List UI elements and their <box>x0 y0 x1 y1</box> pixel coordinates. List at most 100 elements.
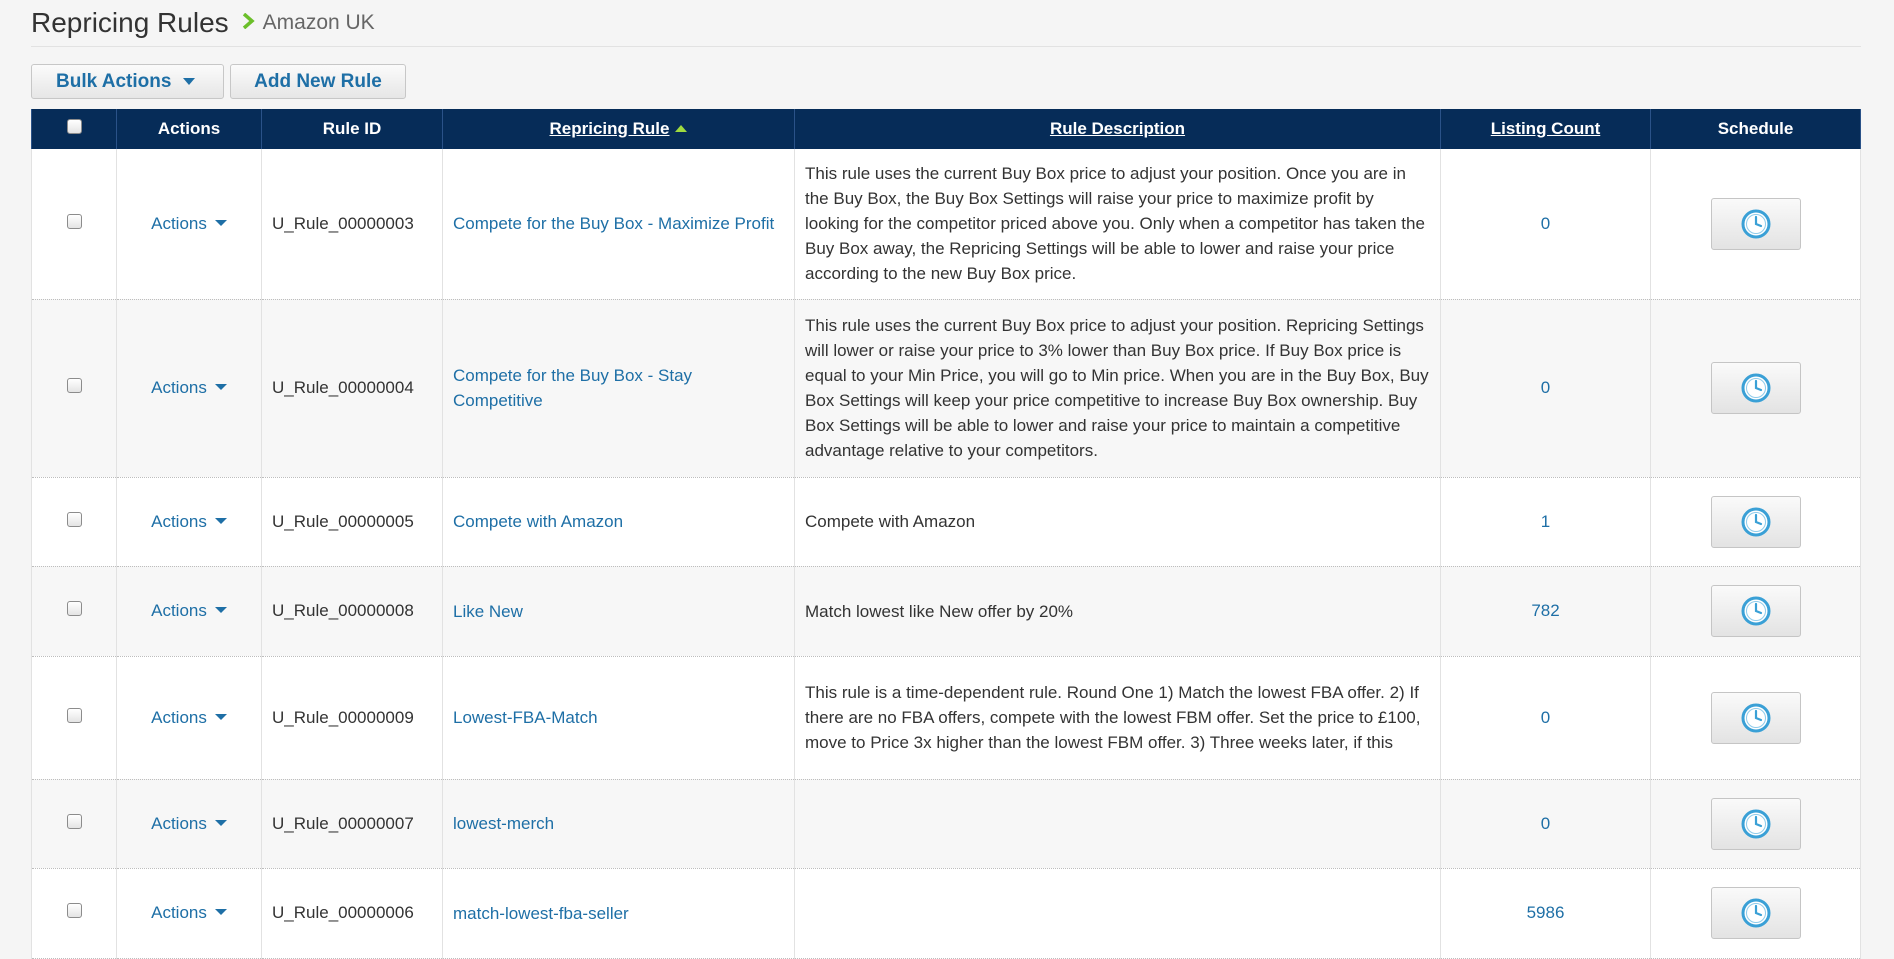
row-listing-count-link[interactable]: 1 <box>1440 477 1651 567</box>
row-rule-name-link[interactable]: Like New <box>442 566 795 657</box>
row-actions-label: Actions <box>151 511 207 531</box>
row-rule-id: U_Rule_00000004 <box>261 299 443 478</box>
row-actions-dropdown[interactable]: Actions <box>116 299 262 478</box>
row-actions-label: Actions <box>151 707 207 727</box>
row-listing-count-link[interactable]: 5986 <box>1440 868 1651 959</box>
row-listing-count-link[interactable]: 0 <box>1440 779 1651 869</box>
header-rule-id: Rule ID <box>261 109 443 149</box>
caret-down-icon <box>214 517 227 524</box>
row-rule-name-link[interactable]: Lowest-FBA-Match <box>442 656 795 780</box>
row-select-cell <box>31 656 117 780</box>
row-schedule-cell <box>1650 149 1861 300</box>
row-schedule-cell <box>1650 299 1861 478</box>
row-actions-label: Actions <box>151 213 207 233</box>
row-rule-description: This rule uses the current Buy Box price… <box>794 149 1441 300</box>
row-actions-label: Actions <box>151 378 207 397</box>
row-rule-name-link[interactable]: Compete with Amazon <box>442 477 795 567</box>
schedule-button[interactable] <box>1710 362 1801 414</box>
row-checkbox[interactable] <box>66 213 82 229</box>
row-actions-dropdown[interactable]: Actions <box>116 656 262 780</box>
row-rule-description <box>794 779 1441 869</box>
row-actions-dropdown[interactable]: Actions <box>116 566 262 657</box>
row-rule-id: U_Rule_00000008 <box>261 566 443 657</box>
bulk-actions-label: Bulk Actions <box>56 70 172 92</box>
row-schedule-cell <box>1650 566 1861 657</box>
row-rule-description: Compete with Amazon <box>794 477 1441 567</box>
add-new-rule-button[interactable]: Add New Rule <box>230 64 406 99</box>
row-listing-count-link[interactable]: 782 <box>1440 566 1651 657</box>
row-rule-description: This rule uses the current Buy Box price… <box>794 299 1441 478</box>
caret-down-icon <box>214 219 227 226</box>
row-rule-name-link[interactable]: Compete for the Buy Box - Stay Competiti… <box>442 299 795 478</box>
header-schedule: Schedule <box>1650 109 1861 149</box>
marketplace-name: Amazon UK <box>262 11 375 34</box>
row-listing-count-link[interactable]: 0 <box>1440 656 1651 780</box>
chevron-right-icon <box>241 12 255 34</box>
schedule-button[interactable] <box>1710 495 1801 548</box>
row-rule-description <box>794 868 1441 959</box>
row-schedule-cell <box>1650 779 1861 869</box>
schedule-button[interactable] <box>1710 797 1801 850</box>
row-actions-dropdown[interactable]: Actions <box>116 868 262 959</box>
row-checkbox[interactable] <box>66 378 82 393</box>
schedule-button[interactable] <box>1710 887 1801 939</box>
header-repricing-rule[interactable]: Repricing Rule <box>442 109 795 149</box>
page-title: Repricing Rules <box>31 7 229 38</box>
header-actions: Actions <box>116 109 262 149</box>
row-actions-label: Actions <box>151 601 207 620</box>
schedule-button[interactable] <box>1710 197 1801 250</box>
row-checkbox[interactable] <box>66 601 82 616</box>
row-checkbox[interactable] <box>66 903 82 918</box>
clock-icon <box>1741 507 1770 536</box>
table-header-row: Actions Rule ID Repricing Rule Rule Desc… <box>31 109 1861 149</box>
header-rule-description-label: Rule Description <box>1049 119 1186 138</box>
row-actions-dropdown[interactable]: Actions <box>116 779 262 869</box>
select-all-checkbox[interactable] <box>66 119 82 134</box>
clock-icon <box>1741 898 1770 928</box>
row-checkbox[interactable] <box>66 707 82 723</box>
row-select-cell <box>31 299 117 478</box>
caret-down-icon <box>214 819 227 826</box>
row-listing-count-link[interactable]: 0 <box>1440 149 1651 300</box>
row-rule-name-link[interactable]: Compete for the Buy Box - Maximize Profi… <box>442 149 795 300</box>
table-row: Actions U_Rule_00000006 match-lowest-fba… <box>31 868 1861 959</box>
page: Repricing Rules Amazon UK Bulk Actions A… <box>0 0 1861 959</box>
row-rule-name-link[interactable]: lowest-merch <box>442 779 795 869</box>
header-listing-count[interactable]: Listing Count <box>1440 109 1651 149</box>
row-select-cell <box>31 477 117 567</box>
row-select-cell <box>31 779 117 869</box>
caret-down-icon <box>214 713 227 720</box>
bulk-actions-button[interactable]: Bulk Actions <box>31 64 224 99</box>
header-rule-description[interactable]: Rule Description <box>794 109 1441 149</box>
table-row: Actions U_Rule_00000003 Compete for the … <box>31 149 1861 300</box>
table-row: Actions U_Rule_00000004 Compete for the … <box>31 299 1861 478</box>
caret-down-icon <box>214 384 227 390</box>
header-listing-count-label: Listing Count <box>1490 119 1601 138</box>
row-actions-dropdown[interactable]: Actions <box>116 477 262 567</box>
row-select-cell <box>31 868 117 959</box>
row-schedule-cell <box>1650 477 1861 567</box>
toolbar: Bulk Actions Add New Rule <box>31 64 1861 99</box>
row-actions-label: Actions <box>151 903 207 922</box>
row-actions-label: Actions <box>151 813 207 833</box>
row-rule-id: U_Rule_00000003 <box>261 149 443 300</box>
schedule-button[interactable] <box>1710 691 1801 744</box>
row-checkbox[interactable] <box>66 813 82 829</box>
row-listing-count-link[interactable]: 0 <box>1440 299 1651 478</box>
row-rule-name-link[interactable]: match-lowest-fba-seller <box>442 868 795 959</box>
row-rule-description: Match lowest like New offer by 20% <box>794 566 1441 657</box>
table-row: Actions U_Rule_00000008 Like New Match l… <box>31 566 1861 657</box>
sort-ascending-icon <box>675 125 688 132</box>
row-actions-dropdown[interactable]: Actions <box>116 149 262 300</box>
row-checkbox[interactable] <box>66 511 82 527</box>
row-select-cell <box>31 149 117 300</box>
select-all-header <box>31 109 117 149</box>
row-rule-id: U_Rule_00000007 <box>261 779 443 869</box>
clock-icon <box>1741 703 1770 732</box>
schedule-button[interactable] <box>1710 585 1801 637</box>
header-repricing-rule-label: Repricing Rule <box>549 119 670 138</box>
clock-icon <box>1741 209 1770 239</box>
clock-icon <box>1741 596 1770 626</box>
table-row: Actions U_Rule_00000005 Compete with Ama… <box>31 477 1861 567</box>
clock-icon <box>1741 809 1770 838</box>
